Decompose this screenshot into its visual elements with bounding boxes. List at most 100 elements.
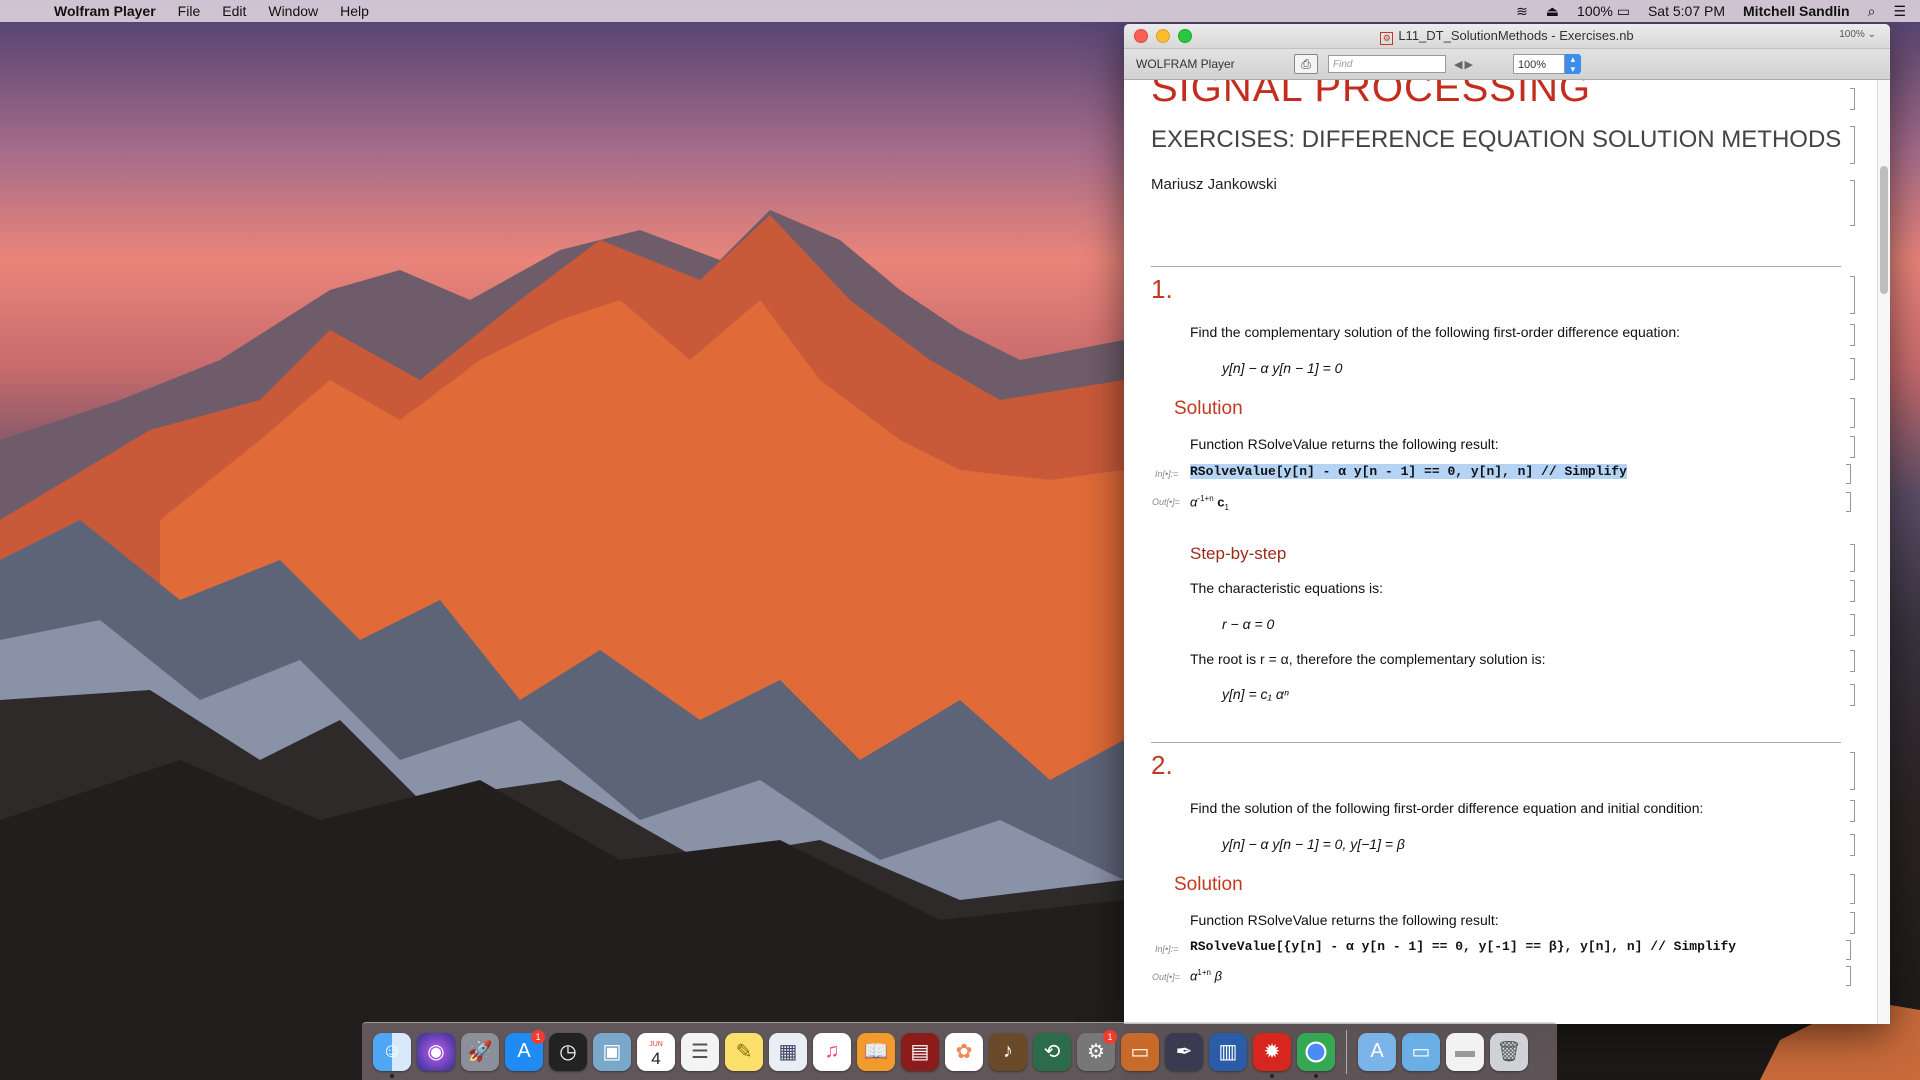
clock[interactable]: Sat 5:07 PM bbox=[1648, 3, 1725, 19]
menu-file[interactable]: File bbox=[178, 3, 201, 19]
dock: ☺ ◉ 🚀 A1 ◷ ▣ JUN 4 ☰ ✎ ▦ ♫ 📖 ▤ ✿ ♪ ⟲ ⚙ 1 ▭… bbox=[362, 1022, 1557, 1080]
characteristic-text: The characteristic equations is: bbox=[1190, 580, 1383, 596]
section-1-solution-text: Function RSolveValue returns the followi… bbox=[1190, 436, 1499, 452]
cell-bracket[interactable] bbox=[1850, 180, 1855, 226]
print-icon[interactable]: ⎙ bbox=[1294, 54, 1318, 74]
scrollbar-thumb[interactable] bbox=[1880, 166, 1888, 294]
cell-bracket[interactable] bbox=[1850, 88, 1855, 110]
photo-app-icon[interactable]: ▤ bbox=[901, 1032, 939, 1071]
window-title-text: L11_DT_SolutionMethods - Exercises.nb bbox=[1398, 28, 1634, 43]
battery-status[interactable]: 100% ▭ bbox=[1577, 3, 1630, 20]
output-subscript: 1 bbox=[1224, 502, 1229, 512]
app-store-icon[interactable]: A1 bbox=[505, 1029, 545, 1071]
output-cell-2[interactable]: α1+n β bbox=[1190, 968, 1222, 983]
cell-bracket[interactable] bbox=[1850, 874, 1855, 904]
system-preferences-icon[interactable]: ⚙ 1 bbox=[1077, 1029, 1117, 1071]
cell-bracket[interactable] bbox=[1850, 912, 1855, 934]
battery-percent: 100% bbox=[1577, 2, 1613, 19]
menu-app-name[interactable]: Wolfram Player bbox=[54, 3, 156, 19]
notebook-heading: SIGNAL PROCESSING bbox=[1151, 80, 1592, 110]
photos-icon[interactable]: ✿ bbox=[945, 1032, 983, 1071]
output-cell-1[interactable]: α-1+n c1 bbox=[1190, 494, 1229, 512]
applications-folder-icon[interactable]: A bbox=[1358, 1032, 1396, 1071]
keynote-icon[interactable]: ▭ bbox=[1121, 1032, 1159, 1071]
cell-bracket[interactable] bbox=[1850, 580, 1855, 602]
garageband-icon[interactable]: ♪ bbox=[989, 1032, 1027, 1071]
wolfram-player-icon[interactable]: ✹ bbox=[1253, 1032, 1291, 1078]
window-titlebar[interactable]: ⚙ L11_DT_SolutionMethods - Exercises.nb 1… bbox=[1124, 24, 1890, 49]
find-navigation[interactable]: ◀▶ bbox=[1454, 58, 1475, 71]
cell-bracket[interactable] bbox=[1846, 940, 1851, 960]
cell-bracket[interactable] bbox=[1846, 464, 1851, 484]
calendar-icon[interactable]: JUN 4 bbox=[637, 1032, 675, 1071]
cell-bracket[interactable] bbox=[1850, 324, 1855, 346]
cell-bracket[interactable] bbox=[1846, 492, 1851, 512]
output-label: Out[•]= bbox=[1152, 972, 1180, 982]
cell-bracket[interactable] bbox=[1850, 800, 1855, 822]
wifi-icon[interactable]: ≋ bbox=[1516, 3, 1528, 20]
chrome-icon[interactable] bbox=[1297, 1032, 1335, 1078]
cell-bracket[interactable] bbox=[1850, 684, 1855, 706]
wolfram-player-brand: WOLFRAM Player bbox=[1136, 57, 1235, 71]
section-1-equation: y[n] − α y[n − 1] = 0 bbox=[1222, 360, 1343, 376]
find-next-icon[interactable]: ▶ bbox=[1464, 59, 1474, 71]
menu-help[interactable]: Help bbox=[340, 3, 369, 19]
trash-icon[interactable]: 🗑 bbox=[1490, 1032, 1528, 1071]
section-2-solution-heading: Solution bbox=[1174, 874, 1243, 895]
downloads-stack-icon[interactable]: ▬ bbox=[1446, 1032, 1484, 1071]
cell-bracket[interactable] bbox=[1850, 752, 1855, 790]
cell-bracket[interactable] bbox=[1850, 650, 1855, 672]
cell-bracket[interactable] bbox=[1850, 544, 1855, 572]
cell-bracket[interactable] bbox=[1850, 614, 1855, 636]
notebook-content[interactable]: SIGNAL PROCESSING EXERCISES: DIFFERENCE … bbox=[1124, 80, 1890, 1024]
siri-icon[interactable]: ◉ bbox=[417, 1032, 455, 1071]
input-cell-1[interactable]: RSolveValue[y[n] - α y[n - 1] == 0, y[n]… bbox=[1190, 464, 1627, 479]
cell-bracket[interactable] bbox=[1850, 436, 1855, 458]
cell-bracket[interactable] bbox=[1850, 126, 1855, 164]
player-toolbar: WOLFRAM Player ⎙ Find ◀▶ 100% ▴ ▾ bbox=[1124, 49, 1890, 80]
section-1-prompt: Find the complementary solution of the f… bbox=[1190, 324, 1681, 340]
itunes-icon[interactable]: ♫ bbox=[813, 1032, 851, 1071]
numbers-icon[interactable]: ▥ bbox=[1209, 1032, 1247, 1071]
section-2-number: 2. bbox=[1151, 750, 1173, 780]
reminders-icon[interactable]: ☰ bbox=[681, 1032, 719, 1071]
notebook-window: ⚙ L11_DT_SolutionMethods - Exercises.nb 1… bbox=[1124, 24, 1890, 1024]
cell-bracket[interactable] bbox=[1850, 358, 1855, 380]
vertical-scrollbar[interactable] bbox=[1877, 80, 1890, 1024]
preview-icon[interactable]: ▣ bbox=[593, 1032, 631, 1071]
user-name[interactable]: Mitchell Sandlin bbox=[1743, 3, 1850, 19]
documents-folder-icon[interactable]: ▭ bbox=[1402, 1032, 1440, 1071]
find-input[interactable]: Find bbox=[1328, 55, 1446, 73]
finder-icon[interactable]: ☺ bbox=[373, 1032, 411, 1078]
zoom-menu[interactable]: 100% ⌄ bbox=[1839, 29, 1876, 40]
menu-window[interactable]: Window bbox=[268, 3, 318, 19]
cell-bracket[interactable] bbox=[1850, 276, 1855, 314]
input-cell-2[interactable]: RSolveValue[{y[n] - α y[n - 1] == 0, y[-… bbox=[1190, 939, 1736, 954]
zoom-field[interactable]: 100% bbox=[1512, 54, 1565, 74]
spotlight-search-icon[interactable]: ⌕ bbox=[1868, 3, 1876, 20]
find-previous-icon[interactable]: ◀ bbox=[1454, 59, 1464, 71]
menu-edit[interactable]: Edit bbox=[222, 3, 246, 19]
cell-bracket[interactable] bbox=[1846, 966, 1851, 986]
dock-separator bbox=[1346, 1029, 1347, 1074]
output-label: Out[•]= bbox=[1152, 497, 1180, 507]
ibooks-icon[interactable]: 📖 bbox=[857, 1032, 895, 1071]
zoom-stepper-icon[interactable]: ▴ ▾ bbox=[1564, 54, 1581, 74]
input-label: In[•]:= bbox=[1155, 469, 1179, 479]
notes-icon[interactable]: ✎ bbox=[725, 1032, 763, 1071]
system-prefs-badge: 1 bbox=[1103, 1029, 1117, 1044]
photo-booth-icon[interactable]: ▦ bbox=[769, 1032, 807, 1071]
calendar-day: 4 bbox=[651, 1048, 661, 1068]
zoom-menu-value: 100% bbox=[1839, 29, 1865, 40]
script-editor-icon[interactable]: ✒ bbox=[1165, 1032, 1203, 1071]
launchpad-icon[interactable]: 🚀 bbox=[461, 1032, 499, 1071]
section-2-solution-text: Function RSolveValue returns the followi… bbox=[1190, 912, 1499, 928]
eject-icon[interactable]: ⏏ bbox=[1546, 3, 1559, 20]
dashboard-icon[interactable]: ◷ bbox=[549, 1032, 587, 1071]
cell-bracket[interactable] bbox=[1850, 398, 1855, 428]
output-exponent: -1+n bbox=[1197, 494, 1214, 503]
step-by-step-heading: Step-by-step bbox=[1190, 544, 1287, 563]
cell-bracket[interactable] bbox=[1850, 834, 1855, 856]
notification-center-icon[interactable]: ☰ bbox=[1893, 3, 1906, 20]
time-machine-icon[interactable]: ⟲ bbox=[1033, 1032, 1071, 1071]
